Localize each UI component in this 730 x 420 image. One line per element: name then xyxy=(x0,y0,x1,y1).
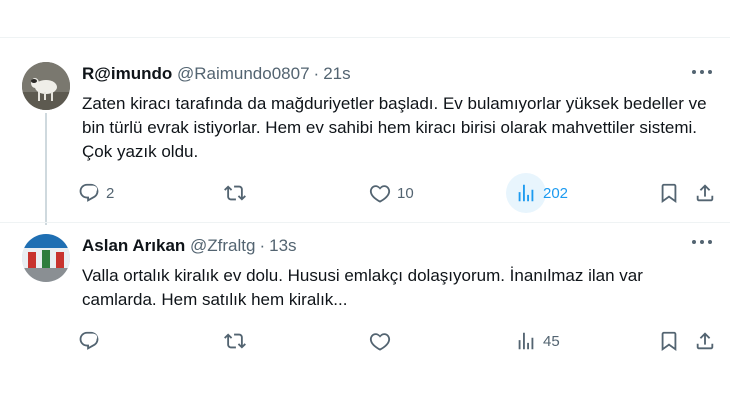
timestamp[interactable]: 13s xyxy=(269,236,296,255)
reply-button[interactable]: 2 xyxy=(78,178,114,208)
tweet[interactable]: Aslan Arıkan @Zfraltg · 13s Valla ortalık … xyxy=(0,222,730,372)
views-icon xyxy=(518,332,534,350)
like-icon xyxy=(369,333,391,351)
reply-button[interactable] xyxy=(78,326,106,356)
reply-count: 2 xyxy=(106,184,115,202)
share-button[interactable] xyxy=(694,326,716,356)
repost-button[interactable] xyxy=(224,178,246,208)
tweet-header: R@imundo @Raimundo0807 · 21s xyxy=(82,64,351,84)
avatar[interactable] xyxy=(22,234,70,282)
reply-icon xyxy=(79,331,99,350)
top-divider xyxy=(0,37,730,38)
like-button[interactable]: 10 xyxy=(369,178,414,208)
tweet-text: Zaten kiracı tarafında da mağduriyetler … xyxy=(82,94,707,161)
views-count: 45 xyxy=(543,332,560,350)
more-icon[interactable] xyxy=(692,70,712,76)
like-icon xyxy=(369,185,391,203)
like-button[interactable] xyxy=(369,326,397,356)
bookmark-button[interactable] xyxy=(658,178,680,208)
views-button[interactable]: 45 xyxy=(515,326,560,356)
separator-dot: · xyxy=(259,236,266,255)
author-name[interactable]: Aslan Arıkan xyxy=(82,236,185,255)
repost-icon xyxy=(224,185,246,201)
more-icon[interactable] xyxy=(692,240,712,246)
action-bar: 2 10 202 xyxy=(78,173,716,213)
action-bar: 45 xyxy=(78,326,716,356)
views-icon xyxy=(518,184,534,202)
author-handle[interactable]: @Zfraltg xyxy=(190,236,255,255)
separator-dot: · xyxy=(313,64,320,83)
reply-icon xyxy=(79,183,99,202)
avatar[interactable] xyxy=(22,62,70,110)
author-handle[interactable]: @Raimundo0807 xyxy=(177,64,310,83)
tweet-text: Valla ortalık kiralık ev dolu. Hususi em… xyxy=(82,266,643,309)
views-button[interactable]: 202 xyxy=(506,173,569,213)
author-name[interactable]: R@imundo xyxy=(82,64,172,83)
share-icon xyxy=(696,332,714,350)
bookmark-button[interactable] xyxy=(658,326,680,356)
repost-button[interactable] xyxy=(224,326,246,356)
share-button[interactable] xyxy=(694,178,716,208)
like-count: 10 xyxy=(397,184,414,202)
share-icon xyxy=(696,184,714,202)
tweet[interactable]: R@imundo @Raimundo0807 · 21s Zaten kiracı … xyxy=(0,52,730,222)
bookmark-icon xyxy=(661,331,677,352)
repost-icon xyxy=(224,333,246,349)
views-count: 202 xyxy=(543,184,569,202)
tweet-header: Aslan Arıkan @Zfraltg · 13s xyxy=(82,236,297,256)
bookmark-icon xyxy=(661,183,677,204)
timestamp[interactable]: 21s xyxy=(323,64,350,83)
